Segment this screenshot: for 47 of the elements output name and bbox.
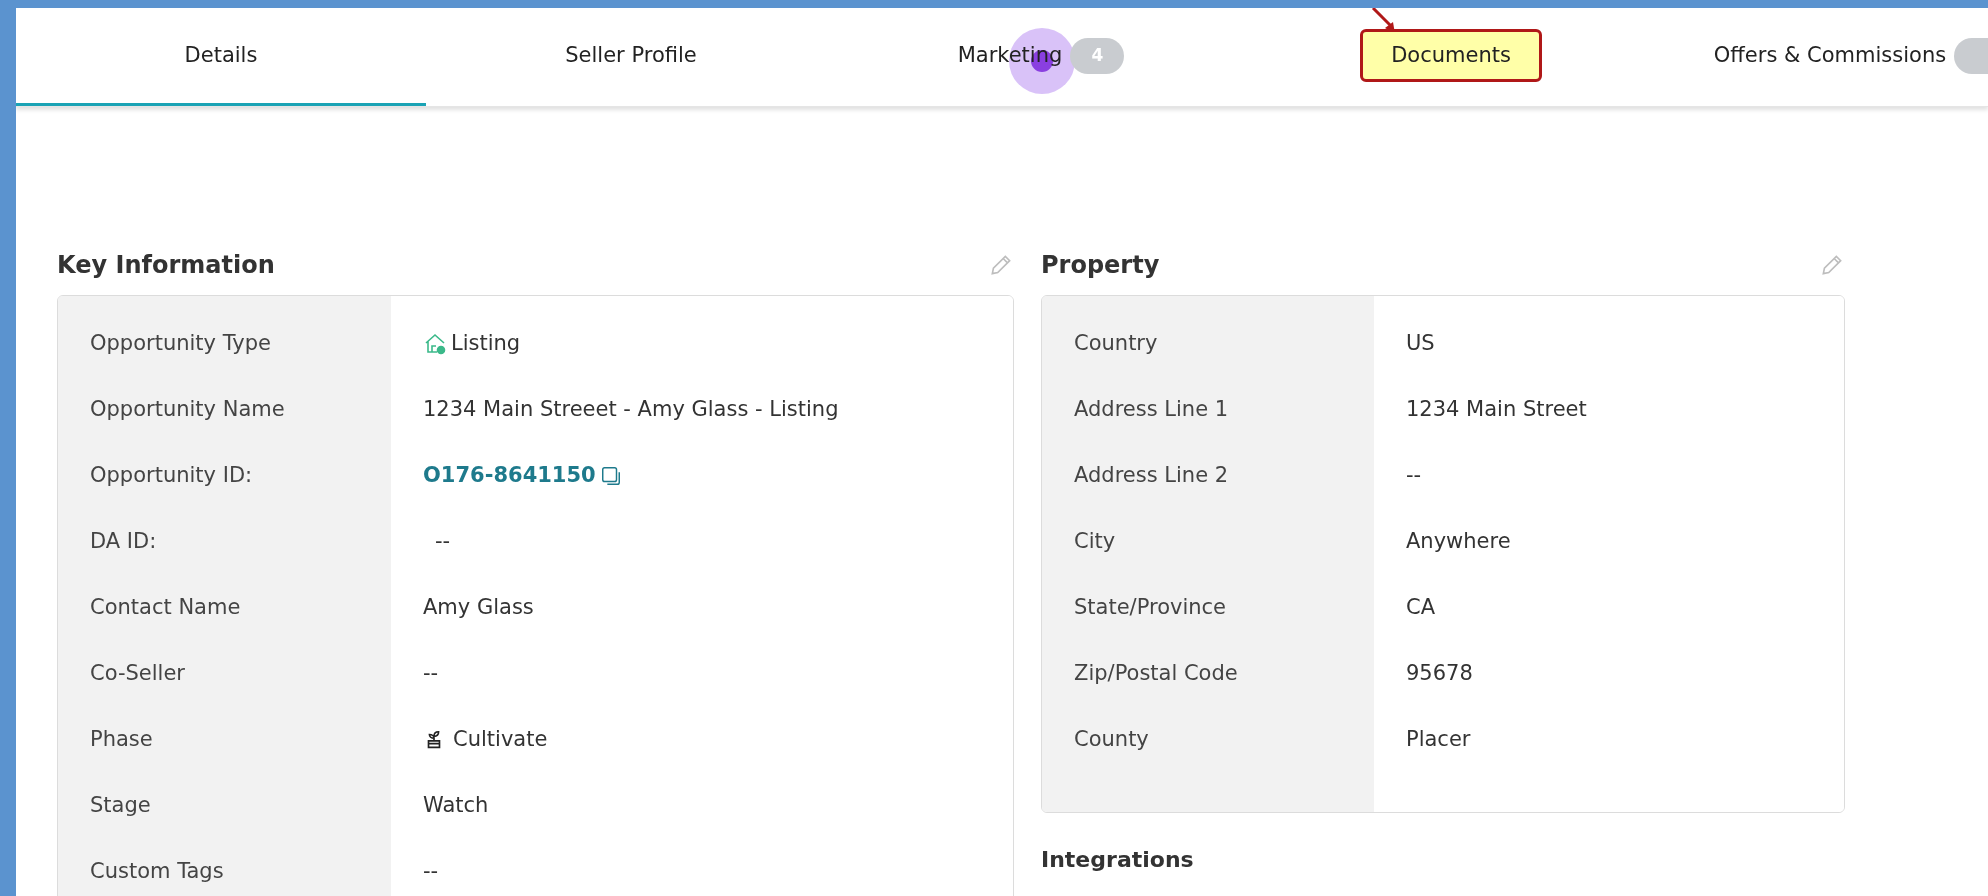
- field-label: Address Line 1: [1074, 396, 1229, 423]
- field-label: Custom Tags: [90, 858, 224, 885]
- value-text: US: [1406, 330, 1435, 357]
- section-title: Property: [1041, 250, 1160, 281]
- field-label: Country: [1074, 330, 1158, 357]
- value-text: 1234 Main Streeet - Amy Glass - Listing: [423, 396, 839, 423]
- tab-label: Offers & Commissions: [1713, 41, 1947, 69]
- field-label: Address Line 2: [1074, 462, 1229, 489]
- value-text: 95678: [1406, 660, 1473, 687]
- field-label: DA ID:: [90, 528, 157, 555]
- value-text: 1234 Main Street: [1406, 396, 1587, 423]
- value-text: --: [423, 660, 439, 687]
- value-text: --: [423, 858, 439, 885]
- field-label: Opportunity Name: [90, 396, 285, 423]
- field-label: Phase: [90, 726, 153, 753]
- opportunity-id-link[interactable]: O176-8641150: [423, 460, 596, 492]
- field-label: Contact Name: [90, 594, 241, 621]
- tab-label: Details: [184, 41, 258, 69]
- section-title: Key Information: [57, 250, 275, 281]
- field-label: City: [1074, 528, 1116, 555]
- edit-icon[interactable]: [988, 252, 1014, 278]
- field-label: State/Province: [1074, 594, 1226, 621]
- tab[interactable]: Offers & Commissions: [1656, 8, 1988, 106]
- field-label: Opportunity Type: [90, 330, 271, 357]
- tab-label: Documents: [1360, 28, 1542, 83]
- value-text: Anywhere: [1406, 528, 1511, 555]
- value-text: Placer: [1406, 726, 1471, 753]
- tab[interactable]: Details: [16, 8, 426, 106]
- field-label: Opportunity ID:: [90, 462, 253, 489]
- value-text: --: [1406, 462, 1422, 489]
- value-text: Watch: [423, 792, 489, 819]
- section-title: Integrations: [1041, 846, 1195, 874]
- value-text: Cultivate: [453, 726, 548, 753]
- tab[interactable]: Documents: [1246, 8, 1656, 106]
- value-text: Listing: [451, 330, 521, 357]
- tab-label: Seller Profile: [565, 41, 697, 69]
- field-label: Stage: [90, 792, 151, 819]
- edit-icon[interactable]: [1819, 252, 1845, 278]
- field-label: Zip/Postal Code: [1074, 660, 1238, 687]
- value-text: CA: [1406, 594, 1436, 621]
- field-label: Co-Seller: [90, 660, 185, 687]
- value-text: Amy Glass: [423, 594, 534, 621]
- value-text: --: [434, 528, 451, 555]
- house-icon: [423, 331, 447, 356]
- field-label: County: [1074, 726, 1149, 753]
- tab[interactable]: Seller Profile: [426, 8, 836, 106]
- copy-icon[interactable]: [599, 464, 622, 487]
